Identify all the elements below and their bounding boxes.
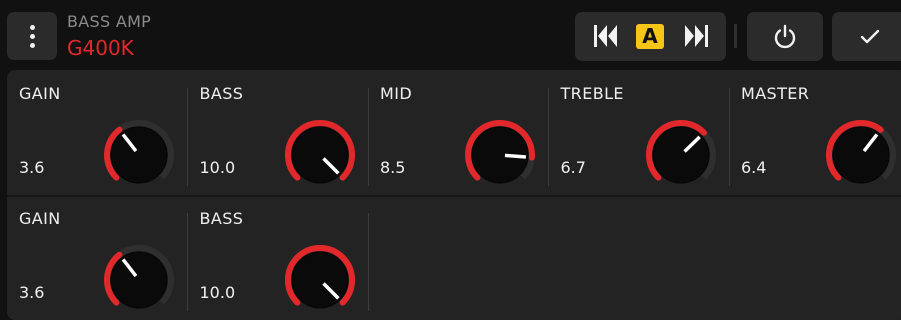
param-label: BASS	[199, 209, 244, 228]
param-value: 6.7	[560, 158, 586, 177]
param-value: 10.0	[199, 283, 236, 302]
confirm-button[interactable]	[832, 12, 901, 61]
vertical-dots-icon	[30, 25, 35, 30]
param-mid[interactable]: MID 8.5	[368, 70, 548, 188]
amp-model-name[interactable]: G400K	[67, 36, 134, 60]
menu-dot	[30, 34, 35, 39]
top-bar: BASS AMP G400K A	[0, 0, 901, 70]
param-value: 6.4	[741, 158, 767, 177]
param-label: TREBLE	[560, 84, 624, 103]
param-value: 10.0	[199, 158, 236, 177]
power-icon	[774, 24, 796, 49]
ab-slot-badge[interactable]: A	[636, 24, 664, 49]
gain-knob[interactable]	[99, 115, 179, 195]
checkmark-icon	[860, 29, 880, 44]
param-value: 3.6	[19, 158, 45, 177]
block-type-label: BASS AMP	[67, 12, 152, 31]
treble-knob[interactable]	[641, 115, 721, 195]
bass-knob[interactable]	[280, 115, 360, 195]
double-right-arrow-icon[interactable]	[683, 24, 711, 48]
param-label: BASS	[199, 84, 244, 103]
param-value: 8.5	[380, 158, 406, 177]
gain-knob[interactable]	[99, 240, 179, 320]
param-master[interactable]: MASTER 6.4	[729, 70, 901, 188]
param-gain[interactable]: GAIN 3.6	[7, 70, 187, 188]
master-knob[interactable]	[821, 115, 901, 195]
param-bass[interactable]: BASS 10.0	[188, 195, 368, 313]
param-label: GAIN	[19, 209, 61, 228]
mid-knob[interactable]	[460, 115, 540, 195]
menu-button[interactable]	[7, 12, 57, 60]
param-treble[interactable]: TREBLE 6.7	[549, 70, 729, 188]
toolbar-divider	[734, 24, 737, 48]
param-bass[interactable]: BASS 10.0	[188, 70, 368, 188]
double-left-arrow-icon[interactable]	[591, 24, 619, 48]
param-label: MID	[380, 84, 413, 103]
param-label: GAIN	[19, 84, 61, 103]
param-label: MASTER	[741, 84, 810, 103]
bass-knob[interactable]	[280, 240, 360, 320]
ab-switcher: A	[575, 12, 726, 61]
power-button[interactable]	[747, 12, 823, 61]
param-gain[interactable]: GAIN 3.6	[7, 195, 187, 313]
column-separator	[367, 213, 369, 311]
param-value: 3.6	[19, 283, 45, 302]
menu-dot	[30, 43, 35, 48]
